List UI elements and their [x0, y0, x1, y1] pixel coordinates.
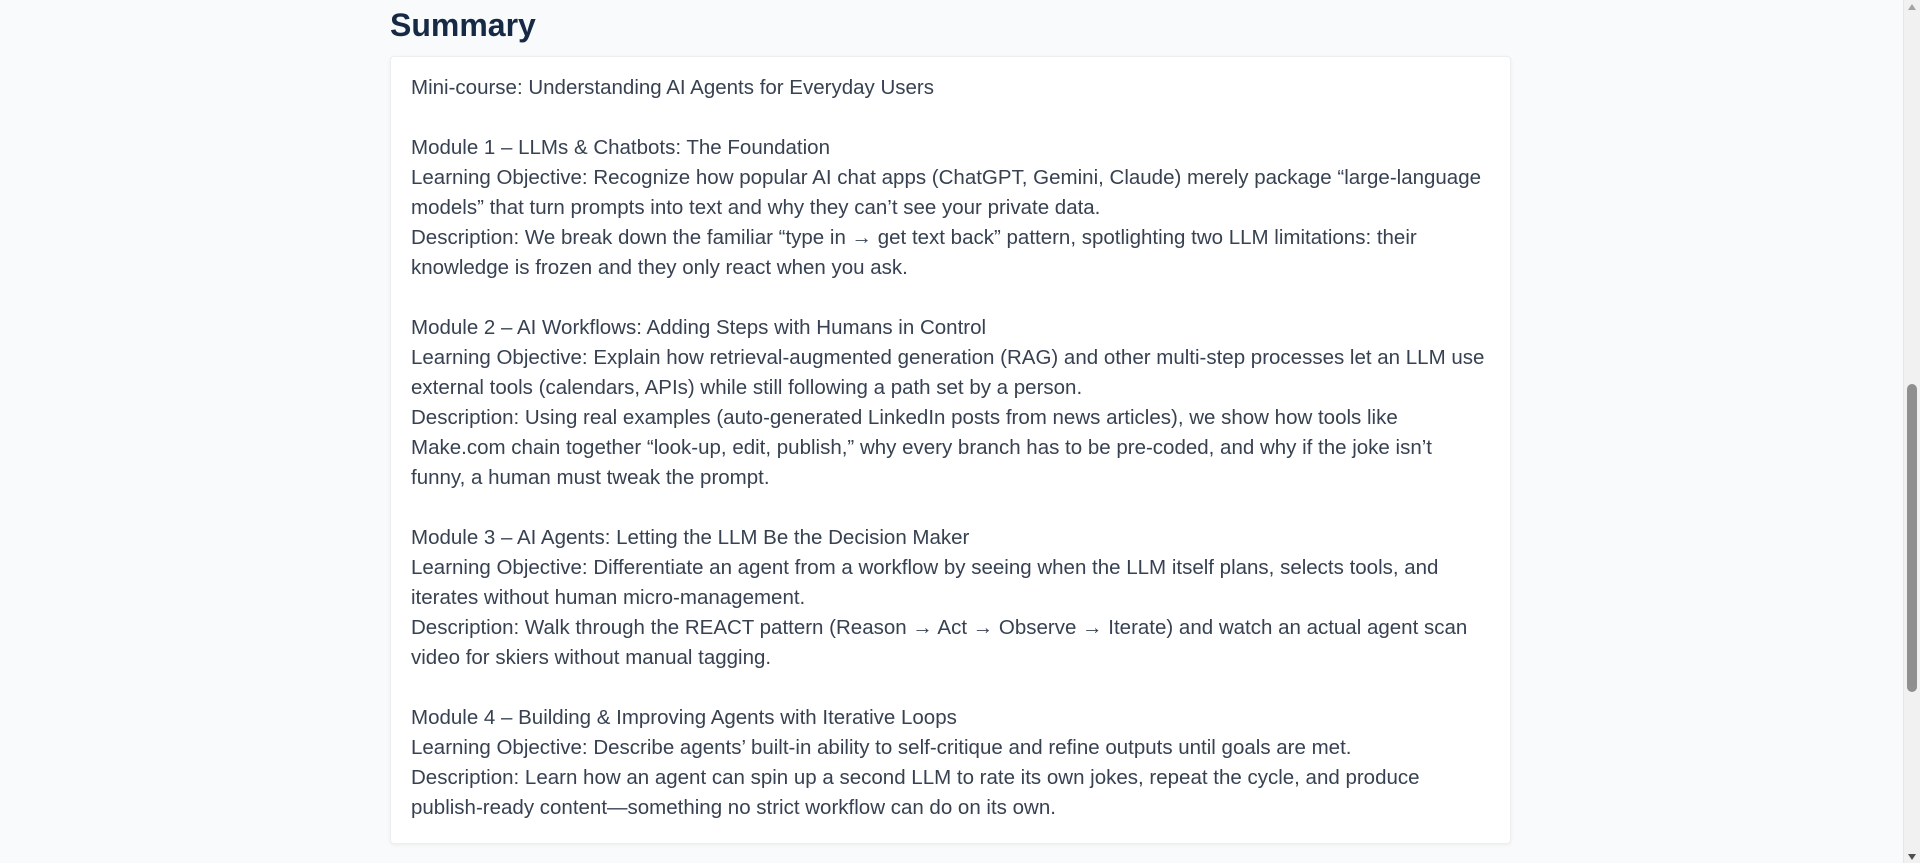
summary-card: Mini-course: Understanding AI Agents for… — [390, 56, 1511, 844]
vertical-scrollbar[interactable] — [1903, 0, 1920, 863]
chevron-down-icon[interactable] — [1908, 854, 1916, 860]
section-title: Summary — [390, 7, 536, 43]
module-description: Description: Walk through the REACT patt… — [411, 616, 1468, 669]
module-heading: Module 4 – Building & Improving Agents w… — [411, 706, 957, 729]
scrollbar-thumb[interactable] — [1907, 384, 1917, 692]
module-heading: Module 2 – AI Workflows: Adding Steps wi… — [411, 316, 987, 339]
module-heading: Module 1 – LLMs & Chatbots: The Foundati… — [411, 136, 830, 159]
summary-section: Summary Mini-course: Understanding AI Ag… — [390, 0, 1512, 844]
module-1: Module 1 – LLMs & Chatbots: The Foundati… — [411, 133, 1490, 283]
module-description: Description: Using real examples (auto-g… — [411, 406, 1432, 489]
module-description: Description: We break down the familiar … — [411, 226, 1417, 279]
module-heading: Module 3 – AI Agents: Letting the LLM Be… — [411, 526, 970, 549]
chevron-up-icon[interactable] — [1908, 4, 1916, 10]
module-3: Module 3 – AI Agents: Letting the LLM Be… — [411, 523, 1490, 673]
module-objective: Learning Objective: Describe agents’ bui… — [411, 736, 1352, 759]
module-4: Module 4 – Building & Improving Agents w… — [411, 703, 1490, 823]
module-objective: Learning Objective: Recognize how popula… — [411, 166, 1482, 219]
module-objective: Learning Objective: Explain how retrieva… — [411, 346, 1485, 399]
module-objective: Learning Objective: Differentiate an age… — [411, 556, 1439, 609]
course-intro: Mini-course: Understanding AI Agents for… — [411, 76, 934, 99]
module-2: Module 2 – AI Workflows: Adding Steps wi… — [411, 313, 1490, 493]
module-description: Description: Learn how an agent can spin… — [411, 766, 1420, 819]
page: Summary Mini-course: Understanding AI Ag… — [0, 0, 1920, 863]
